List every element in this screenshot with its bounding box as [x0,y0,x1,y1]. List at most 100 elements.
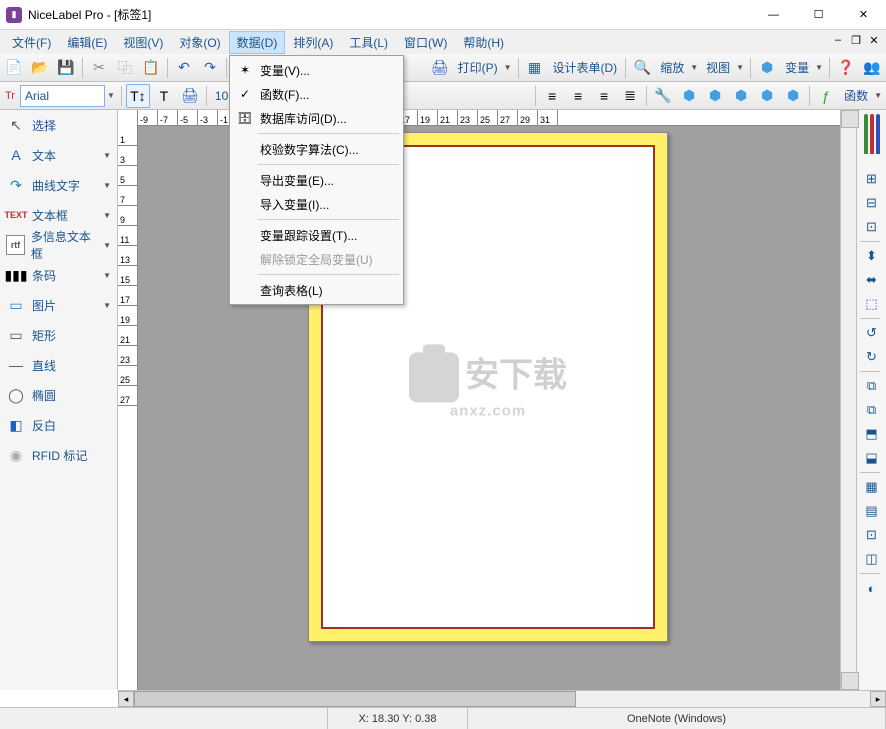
tool-选择[interactable]: ↖选择 [0,110,117,140]
rail-button[interactable]: ⬓ [860,446,884,470]
menu-item-变量(V)...[interactable]: ✶变量(V)... [232,58,401,82]
chevron-down-icon[interactable]: ▼ [103,211,111,220]
chevron-down-icon[interactable]: ▼ [103,241,111,250]
scroll-left-button[interactable]: ◂ [118,691,134,707]
tool-图片[interactable]: ▭图片▼ [0,290,117,320]
rail-button[interactable]: ⊡ [860,215,884,239]
cube-button-4[interactable]: ⬢ [755,84,779,108]
vertical-scrollbar[interactable] [840,110,856,690]
variable-icon[interactable]: ⬢ [755,56,779,80]
rail-button[interactable]: ⊟ [860,191,884,215]
tool-曲线文字[interactable]: ↷曲线文字▼ [0,170,117,200]
print-preview-button[interactable]: 🖨 [178,84,202,108]
menu-对象(O)[interactable]: 对象(O) [171,31,228,54]
tool-条码[interactable]: ▮▮▮条码▼ [0,260,117,290]
chevron-down-icon[interactable]: ▼ [103,181,111,190]
view-label[interactable]: 视图 [702,59,734,76]
menu-工具(L)[interactable]: 工具(L) [341,31,396,54]
redo-button[interactable]: ↷ [198,56,222,80]
align-right-button[interactable]: ≡ [592,84,616,108]
scroll-thumb[interactable] [134,691,576,707]
menu-数据(D)[interactable]: 数据(D) [229,31,286,54]
menu-排列(A)[interactable]: 排列(A) [285,31,341,54]
menu-编辑(E)[interactable]: 编辑(E) [59,31,115,54]
copy-button[interactable]: ⿻ [113,56,137,80]
close-button[interactable]: ✕ [841,0,886,29]
zoom-icon[interactable]: 🔍 [630,56,654,80]
tool-椭圆[interactable]: ◯椭圆 [0,380,117,410]
rail-button[interactable]: ⧉ [860,374,884,398]
chevron-down-icon[interactable]: ▼ [690,63,700,72]
chevron-down-icon[interactable]: ▼ [736,63,746,72]
menu-item-导入变量(I)...[interactable]: 导入变量(I)... [232,192,401,216]
menu-item-变量跟踪设置(T)...[interactable]: 变量跟踪设置(T)... [232,223,401,247]
font-toggle-1[interactable]: T↕ [126,84,150,108]
undo-button[interactable]: ↶ [172,56,196,80]
save-button[interactable]: 💾 [54,56,78,80]
tool-文本框[interactable]: TEXT文本框▼ [0,200,117,230]
tool-矩形[interactable]: ▭矩形 [0,320,117,350]
print-label[interactable]: 打印(P) [454,59,502,76]
menu-窗口(W)[interactable]: 窗口(W) [396,31,455,54]
new-button[interactable]: 📄 [2,56,26,80]
design-form-icon[interactable]: ▦ [523,56,547,80]
font-name-combo[interactable]: Arial [20,85,105,107]
menu-item-校验数字算法(C)...[interactable]: 校验数字算法(C)... [232,137,401,161]
chevron-down-icon[interactable]: ▼ [874,91,884,100]
color-pens[interactable] [863,114,881,159]
tool-文本[interactable]: A文本▼ [0,140,117,170]
tool-button[interactable]: 🔧 [651,84,675,108]
menu-item-导出变量(E)...[interactable]: 导出变量(E)... [232,168,401,192]
cube-button-3[interactable]: ⬢ [729,84,753,108]
tool-RFID 标记[interactable]: ◉RFID 标记 [0,440,117,470]
chevron-down-icon[interactable]: ▼ [103,271,111,280]
chevron-down-icon[interactable]: ▼ [103,151,111,160]
tool-反白[interactable]: ◧反白 [0,410,117,440]
font-toggle-2[interactable]: T [152,84,176,108]
rail-button[interactable]: ◫ [860,547,884,571]
paste-button[interactable]: 📋 [139,56,163,80]
menu-item-函数(F)...[interactable]: ✓函数(F)... [232,82,401,106]
rail-button[interactable]: ⧉ [860,398,884,422]
menu-item-数据库访问(D)...[interactable]: 🗄数据库访问(D)... [232,106,401,130]
rail-button[interactable]: ⬚ [860,292,884,316]
maximize-button[interactable]: ☐ [796,0,841,29]
mdi-minimize[interactable]: – [830,32,846,48]
rail-button[interactable]: ↻ [860,345,884,369]
cube-button-2[interactable]: ⬢ [703,84,727,108]
rail-button[interactable]: ⬌ [860,268,884,292]
tool-直线[interactable]: —直线 [0,350,117,380]
horizontal-scrollbar[interactable]: ◂ ▸ [118,690,886,707]
minimize-button[interactable]: — [751,0,796,29]
variable-label[interactable]: 变量 [781,59,813,76]
rail-button[interactable]: ⬒ [860,422,884,446]
chevron-down-icon[interactable]: ▼ [107,91,117,100]
zoom-label[interactable]: 缩放 [656,59,688,76]
rail-button[interactable]: ⬍ [860,244,884,268]
mdi-close[interactable]: ✕ [866,32,882,48]
scroll-right-button[interactable]: ▸ [870,691,886,707]
menu-文件(F)[interactable]: 文件(F) [4,31,59,54]
about-button[interactable]: 👥 [860,56,884,80]
design-form-label[interactable]: 设计表单(D) [549,59,622,76]
scroll-track[interactable] [134,691,870,707]
rail-button[interactable]: ↺ [860,321,884,345]
mdi-restore[interactable]: ❐ [848,32,864,48]
print-icon[interactable]: 🖨 [428,56,452,80]
rail-button[interactable]: ▤ [860,499,884,523]
rail-button[interactable]: ◐ [860,576,884,600]
align-center-button[interactable]: ≡ [566,84,590,108]
rail-button[interactable]: ▦ [860,475,884,499]
rail-button[interactable]: ⊞ [860,167,884,191]
open-button[interactable]: 📂 [28,56,52,80]
chevron-down-icon[interactable]: ▼ [103,301,111,310]
menu-帮助(H)[interactable]: 帮助(H) [455,31,512,54]
help-button[interactable]: ❓ [834,56,858,80]
align-left-button[interactable]: ≡ [540,84,564,108]
menu-item-查询表格(L)[interactable]: 查询表格(L) [232,278,401,302]
cube-button-5[interactable]: ⬢ [781,84,805,108]
tool-多信息文本框[interactable]: rtf多信息文本框▼ [0,230,117,260]
cut-button[interactable]: ✂ [87,56,111,80]
chevron-down-icon[interactable]: ▼ [504,63,514,72]
chevron-down-icon[interactable]: ▼ [815,63,825,72]
